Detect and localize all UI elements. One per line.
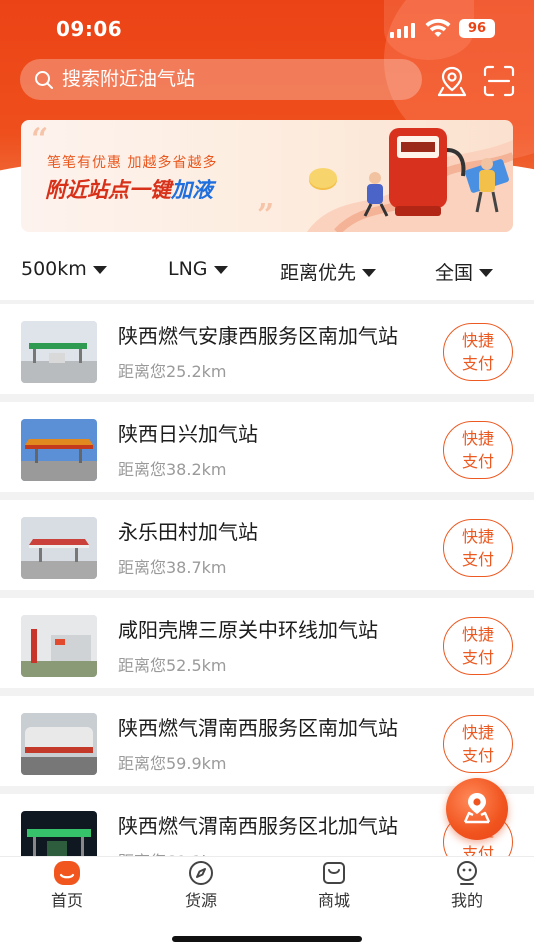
quick-pay-button[interactable]: 快捷支付 bbox=[443, 617, 513, 675]
tab-label: 货源 bbox=[184, 891, 217, 910]
status-time: 09:06 bbox=[56, 17, 123, 41]
tab-label: 我的 bbox=[450, 891, 483, 910]
station-name: 陕西日兴加气站 bbox=[118, 422, 258, 446]
header: 09:06 96 搜索附近油气站 “ 笔笔有优惠 加越多省越多 附近站点一键加液… bbox=[0, 0, 534, 300]
caret-down-icon bbox=[362, 268, 377, 277]
station-thumbnail bbox=[21, 321, 97, 383]
station-name: 永乐田村加气站 bbox=[118, 520, 258, 544]
station-thumbnail bbox=[21, 419, 97, 481]
station-distance: 距离您59.9km bbox=[118, 754, 227, 773]
station-distance: 距离您25.2km bbox=[118, 362, 227, 381]
caret-down-icon bbox=[479, 268, 494, 277]
wifi-icon bbox=[425, 19, 451, 37]
station-thumbnail bbox=[21, 517, 97, 579]
filter-region[interactable]: 全国 bbox=[435, 258, 494, 285]
location-pin-icon[interactable] bbox=[435, 64, 469, 98]
map-pin-icon bbox=[463, 793, 491, 824]
tab-home[interactable]: 首页 bbox=[0, 857, 134, 917]
quick-pay-button[interactable]: 快捷支付 bbox=[443, 323, 513, 381]
station-name: 陕西燃气安康西服务区南加气站 bbox=[118, 324, 398, 348]
status-bar: 09:06 96 bbox=[0, 0, 534, 56]
caret-down-icon bbox=[92, 266, 107, 274]
filter-bar: 500km LNG 距离优先 全国 bbox=[0, 250, 534, 294]
tab-shop[interactable]: 商城 bbox=[267, 857, 401, 917]
list-item[interactable]: 陕西燃气安康西服务区南加气站 距离您25.2km 快捷 支付 bbox=[0, 304, 534, 394]
station-thumbnail bbox=[21, 811, 97, 856]
search-input[interactable]: 搜索附近油气站 bbox=[20, 59, 422, 100]
list-item[interactable]: 陕西日兴加气站 距离您38.2km 快捷 支付 bbox=[0, 402, 534, 492]
station-distance: 距离您52.5km bbox=[118, 656, 227, 675]
filter-fuel-type[interactable]: LNG bbox=[168, 258, 228, 280]
list-item[interactable]: 陕西燃气渭南西服务区南加气站 距离您59.9km 快捷 支付 bbox=[0, 696, 534, 786]
map-location-button[interactable] bbox=[446, 778, 508, 840]
list-item[interactable]: 咸阳壳牌三原关中环线加气站 距离您52.5km 快捷 支付 bbox=[0, 598, 534, 688]
station-thumbnail bbox=[21, 615, 97, 677]
station-thumbnail bbox=[21, 713, 97, 775]
quick-pay-button[interactable]: 快捷支付 bbox=[443, 715, 513, 773]
quote-open-icon: “ bbox=[31, 122, 49, 157]
banner-subtitle: 笔笔有优惠 加越多省越多 bbox=[47, 155, 218, 171]
signal-icon bbox=[390, 22, 418, 38]
profile-icon bbox=[457, 861, 477, 885]
quick-pay-button[interactable]: 快捷支付 bbox=[443, 421, 513, 479]
search-placeholder: 搜索附近油气站 bbox=[62, 68, 196, 90]
caret-down-icon bbox=[213, 266, 228, 274]
station-distance: 距离您38.7km bbox=[118, 558, 227, 577]
station-name: 陕西燃气渭南西服务区北加气站 bbox=[118, 814, 398, 838]
promo-banner[interactable]: “ 笔笔有优惠 加越多省越多 附近站点一键加液 ” bbox=[21, 120, 513, 232]
search-icon bbox=[35, 71, 53, 89]
shop-icon bbox=[323, 862, 345, 884]
tab-cargo[interactable]: 货源 bbox=[134, 857, 268, 917]
scan-icon[interactable] bbox=[482, 64, 516, 98]
battery-indicator: 96 bbox=[459, 19, 495, 38]
tab-label: 商城 bbox=[317, 891, 350, 910]
quote-close-icon: ” bbox=[257, 198, 275, 232]
bottom-tab-bar: 首页 货源 商城 我的 bbox=[0, 856, 534, 950]
station-distance: 距离您38.2km bbox=[118, 460, 227, 479]
quick-pay-button[interactable]: 快捷支付 bbox=[443, 519, 513, 577]
station-list: 陕西燃气安康西服务区南加气站 距离您25.2km 快捷 支付 陕西日兴加气站 距离… bbox=[0, 300, 534, 856]
tab-label: 首页 bbox=[50, 891, 83, 910]
home-indicator bbox=[172, 936, 362, 942]
list-item[interactable]: 永乐田村加气站 距离您38.7km 快捷 支付 bbox=[0, 500, 534, 590]
station-name: 咸阳壳牌三原关中环线加气站 bbox=[118, 618, 378, 642]
banner-title: 附近站点一键加液 bbox=[45, 178, 213, 202]
tab-profile[interactable]: 我的 bbox=[400, 857, 534, 917]
station-name: 陕西燃气渭南西服务区南加气站 bbox=[118, 716, 398, 740]
station-distance: 距离您60.1km bbox=[118, 848, 226, 856]
home-icon bbox=[54, 861, 80, 885]
banner-illustration bbox=[307, 128, 513, 232]
filter-sort[interactable]: 距离优先 bbox=[280, 258, 377, 285]
filter-range[interactable]: 500km bbox=[21, 258, 107, 280]
compass-icon bbox=[189, 861, 213, 885]
